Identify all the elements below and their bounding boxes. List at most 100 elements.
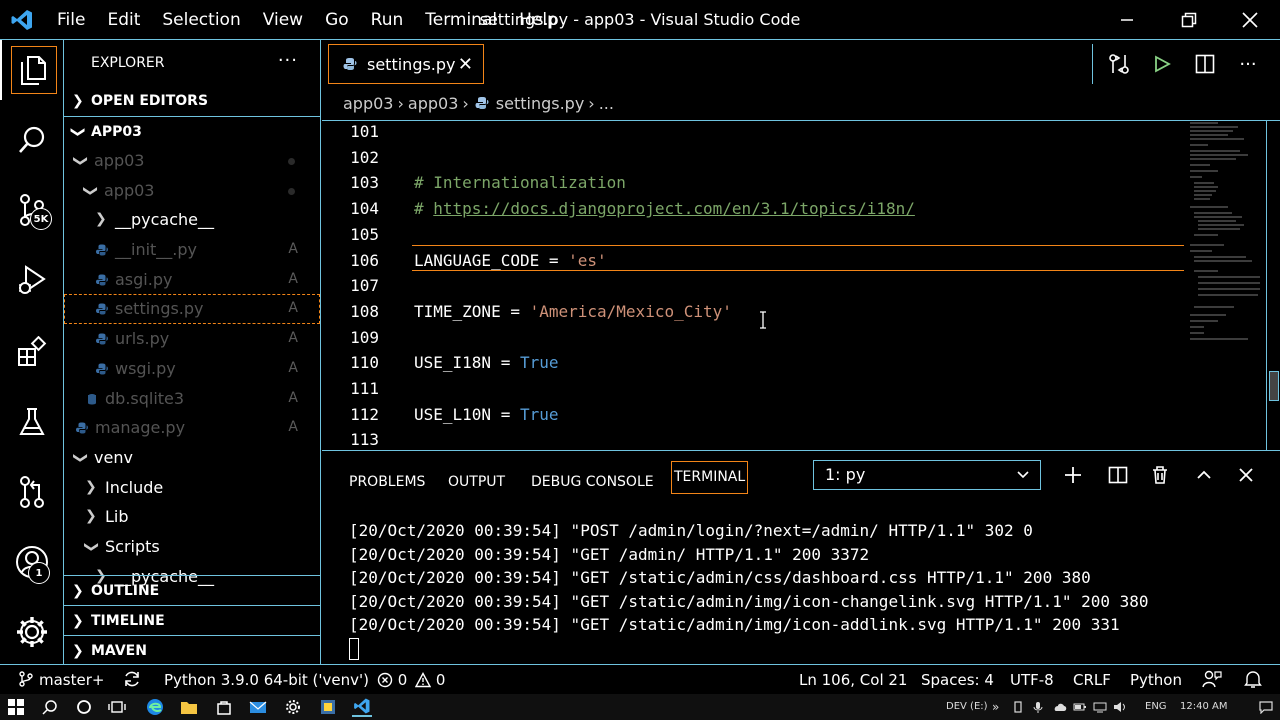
problems-status[interactable]: 0 0: [377, 665, 445, 695]
breadcrumb-item[interactable]: settings.py: [496, 94, 585, 113]
tray-icon[interactable]: [1090, 697, 1110, 717]
new-terminal-button[interactable]: [1061, 463, 1085, 487]
mail-app-button[interactable]: [248, 697, 268, 717]
drive-indicator[interactable]: DEV (E:): [946, 694, 988, 720]
mail-icon: [249, 701, 267, 713]
vscode-app-button[interactable]: [352, 697, 372, 717]
maximize-panel-button[interactable]: [1192, 463, 1216, 487]
menu-file[interactable]: File: [57, 10, 85, 30]
task-view-button[interactable]: [107, 697, 127, 717]
activity-testing[interactable]: [0, 392, 64, 452]
code-editor[interactable]: 101 102 103 # Internationalization 104 # http…: [322, 120, 1280, 450]
cursor-position[interactable]: Ln 106, Col 21: [799, 665, 907, 695]
scrollbar-thumb[interactable]: [1269, 371, 1279, 401]
tree-file[interactable]: __init__.py A: [64, 235, 320, 265]
tab-terminal[interactable]: TERMINAL: [671, 461, 749, 494]
tree-file[interactable]: urls.py A: [64, 324, 320, 354]
tree-folder[interactable]: ❯ Include: [64, 473, 320, 503]
tree-file[interactable]: db.sqlite3 A: [64, 384, 320, 414]
menu-run[interactable]: Run: [371, 10, 404, 30]
tab-debug-console[interactable]: DEBUG CONSOLE: [531, 460, 654, 495]
code-token[interactable]: https://docs.djangoproject.com/en/3.1/to…: [433, 199, 915, 218]
tree-folder[interactable]: ❯ app03: [64, 146, 320, 176]
minimize-button[interactable]: [1097, 0, 1157, 40]
terminal-output[interactable]: [20/Oct/2020 00:39:54] "POST /admin/logi…: [349, 519, 1149, 637]
python-interpreter[interactable]: Python 3.9.0 64-bit ('venv'): [164, 665, 369, 695]
menu-selection[interactable]: Selection: [162, 10, 240, 30]
encoding[interactable]: UTF-8: [1010, 665, 1054, 695]
tray-icon[interactable]: [1070, 697, 1090, 717]
sync-button[interactable]: [122, 665, 142, 695]
activity-extensions[interactable]: [0, 322, 64, 382]
minimap[interactable]: [1188, 121, 1264, 450]
tab-output[interactable]: OUTPUT: [448, 460, 505, 495]
activity-remote[interactable]: [0, 462, 64, 522]
input-language[interactable]: ENG: [1145, 694, 1167, 720]
maven-section[interactable]: ❯ MAVEN: [64, 635, 320, 664]
open-changes-button[interactable]: [1107, 52, 1131, 76]
tray-icon[interactable]: [1110, 697, 1130, 717]
activity-source-control[interactable]: 5K: [0, 180, 64, 240]
more-editor-actions-button[interactable]: ···: [1236, 52, 1260, 76]
close-tab-icon[interactable]: ✕: [458, 54, 473, 75]
tray-icon[interactable]: [1028, 697, 1048, 717]
kill-terminal-button[interactable]: [1148, 463, 1172, 487]
activity-run-debug[interactable]: [0, 250, 64, 310]
store-app-button[interactable]: [214, 697, 234, 717]
menu-terminal[interactable]: Terminal: [425, 10, 497, 30]
tab-problems[interactable]: PROBLEMS: [349, 460, 425, 495]
indentation[interactable]: Spaces: 4: [921, 665, 994, 695]
run-python-file-button[interactable]: [1150, 52, 1174, 76]
tab-settings-py[interactable]: settings.py ✕: [328, 44, 484, 84]
outline-section[interactable]: ❯ OUTLINE: [64, 575, 320, 605]
activity-explorer[interactable]: [0, 40, 64, 100]
edge-app-button[interactable]: [145, 697, 165, 717]
terminal-select[interactable]: 1: py: [813, 460, 1041, 490]
close-window-button[interactable]: [1220, 0, 1280, 40]
tree-folder[interactable]: ❯ Scripts: [64, 532, 320, 562]
tree-folder[interactable]: ❯ venv: [64, 443, 320, 473]
settings-app-button[interactable]: [283, 697, 303, 717]
split-terminal-button[interactable]: [1106, 463, 1130, 487]
menu-edit[interactable]: Edit: [107, 10, 140, 30]
live-share-button[interactable]: [1202, 665, 1222, 695]
tree-file[interactable]: wsgi.py A: [64, 354, 320, 384]
breadcrumb-item[interactable]: ...: [599, 94, 614, 113]
tree-file[interactable]: settings.py A: [64, 294, 320, 325]
open-editors-section[interactable]: ❯ OPEN EDITORS: [64, 86, 320, 116]
tree-file[interactable]: manage.py A: [64, 413, 320, 443]
close-panel-button[interactable]: [1234, 463, 1258, 487]
editor-scrollbar[interactable]: [1266, 121, 1280, 450]
split-editor-button[interactable]: [1193, 52, 1217, 76]
notifications-button[interactable]: [1244, 665, 1262, 695]
app03-root-section[interactable]: ❯ APP03: [64, 116, 320, 146]
timeline-section[interactable]: ❯ TIMELINE: [64, 605, 320, 635]
activity-accounts[interactable]: 1: [0, 532, 64, 592]
start-button[interactable]: [6, 697, 26, 717]
menu-help[interactable]: Help: [519, 10, 558, 30]
file-explorer-app-button[interactable]: [179, 697, 199, 717]
notification-center-button[interactable]: [1256, 697, 1276, 717]
breadcrumb-item[interactable]: app03: [343, 94, 393, 113]
end-of-line[interactable]: CRLF: [1073, 665, 1111, 695]
more-actions-button[interactable]: ···: [278, 50, 298, 71]
cortana-button[interactable]: [74, 697, 94, 717]
python-app-button[interactable]: [318, 697, 338, 717]
menu-go[interactable]: Go: [325, 10, 349, 30]
breadcrumb-item[interactable]: app03: [408, 94, 458, 113]
tree-folder[interactable]: ❯ __pycache__: [64, 205, 320, 235]
activity-search[interactable]: [0, 110, 64, 170]
activity-manage[interactable]: [0, 602, 64, 662]
menu-view[interactable]: View: [263, 10, 303, 30]
tree-folder[interactable]: ❯ app03: [64, 176, 320, 206]
language-mode[interactable]: Python: [1130, 665, 1182, 695]
chevron-right-icon[interactable]: »: [992, 694, 999, 720]
tray-icon[interactable]: [1050, 697, 1070, 717]
tray-icon[interactable]: [1008, 697, 1028, 717]
restore-button[interactable]: [1159, 0, 1219, 40]
clock[interactable]: 12:40 AM: [1180, 694, 1227, 720]
taskbar-search-button[interactable]: [40, 697, 60, 717]
tree-folder[interactable]: ❯ Lib: [64, 502, 320, 532]
tree-file[interactable]: asgi.py A: [64, 265, 320, 295]
branch-status[interactable]: master+: [19, 665, 104, 695]
